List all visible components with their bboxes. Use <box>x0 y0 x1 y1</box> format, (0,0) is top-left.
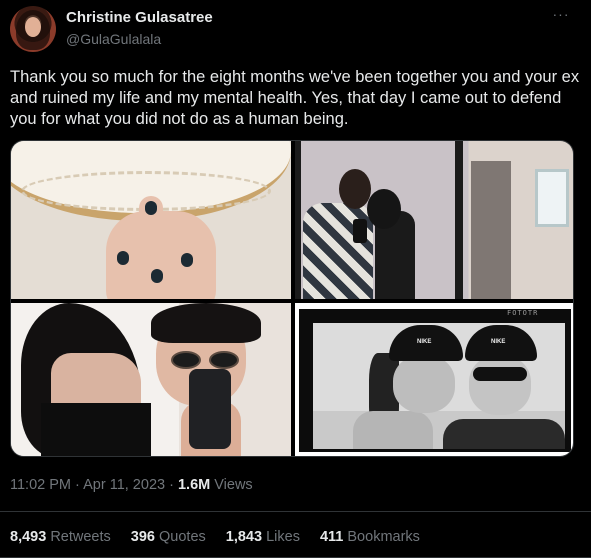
sunglasses-lens <box>171 351 201 369</box>
nail-shape <box>151 269 163 283</box>
tweet-date[interactable]: Apr 11, 2023 <box>83 477 165 493</box>
bookmarks-stat[interactable]: 411 Bookmarks <box>320 529 420 545</box>
divider <box>0 511 591 512</box>
arm <box>353 411 433 449</box>
photo-strip-brand: FOTOTR <box>507 309 539 317</box>
face <box>469 355 531 415</box>
photo-strip-frame: FOTOTR NIKE NIKE <box>299 309 571 452</box>
quotes-stat[interactable]: 396 Quotes <box>131 529 206 545</box>
nail-shape <box>117 251 129 265</box>
views-label: Views <box>214 477 253 493</box>
media-photo-selfie[interactable] <box>11 303 291 456</box>
quotes-label: Quotes <box>159 529 206 545</box>
avatar-face <box>25 17 41 37</box>
bookmarks-label: Bookmarks <box>347 529 420 545</box>
media-photo-cake-hand[interactable] <box>11 141 291 299</box>
likes-count: 1,843 <box>225 529 263 545</box>
retweets-label: Retweets <box>50 529 111 545</box>
author-handle[interactable]: @GulaGulalala <box>66 31 161 47</box>
meta-separator: · <box>75 477 80 493</box>
quotes-count: 396 <box>130 529 155 545</box>
tweet-time[interactable]: 11:02 PM <box>10 477 71 493</box>
engagement-stats: 8,493 Retweets 396 Quotes 1,843 Likes 41… <box>10 529 420 545</box>
media-grid: FOTOTR NIKE NIKE <box>10 140 574 457</box>
tweet: Christine Gulasatree @GulaGulalala ··· T… <box>0 0 591 558</box>
cap-logo: NIKE <box>417 339 432 345</box>
shirt <box>443 419 565 449</box>
photo-strip-image: NIKE NIKE <box>313 323 565 449</box>
retweets-count: 8,493 <box>10 529 47 545</box>
tweet-text: Thank you so much for the eight months w… <box>10 68 580 128</box>
retweets-stat[interactable]: 8,493 Retweets <box>10 529 111 545</box>
person-shirt <box>303 203 373 299</box>
hair <box>151 303 261 343</box>
face <box>393 355 455 413</box>
sunglasses <box>473 367 527 381</box>
black-top <box>41 403 151 456</box>
phone <box>189 369 231 449</box>
window <box>535 169 569 227</box>
nail-shape <box>145 201 157 215</box>
media-photo-strip[interactable]: FOTOTR NIKE NIKE <box>295 303 573 456</box>
author-display-name[interactable]: Christine Gulasatree <box>66 9 213 26</box>
more-options-icon[interactable]: ··· <box>549 6 573 26</box>
bookmarks-count: 411 <box>319 529 344 545</box>
nail-shape <box>181 253 193 267</box>
media-photo-mirror-selfie[interactable] <box>295 141 573 299</box>
person-head <box>339 169 371 209</box>
views-count: 1.6M <box>177 477 211 493</box>
sunglasses-lens <box>209 351 239 369</box>
likes-label: Likes <box>266 529 300 545</box>
avatar[interactable] <box>10 6 56 52</box>
tweet-meta: 11:02 PM · Apr 11, 2023 · 1.6M Views <box>10 477 253 493</box>
person-head <box>367 189 401 229</box>
meta-separator: · <box>169 477 174 493</box>
phone <box>353 219 367 243</box>
likes-stat[interactable]: 1,843 Likes <box>226 529 300 545</box>
cap-logo: NIKE <box>491 339 506 345</box>
second-mirror <box>471 161 511 299</box>
